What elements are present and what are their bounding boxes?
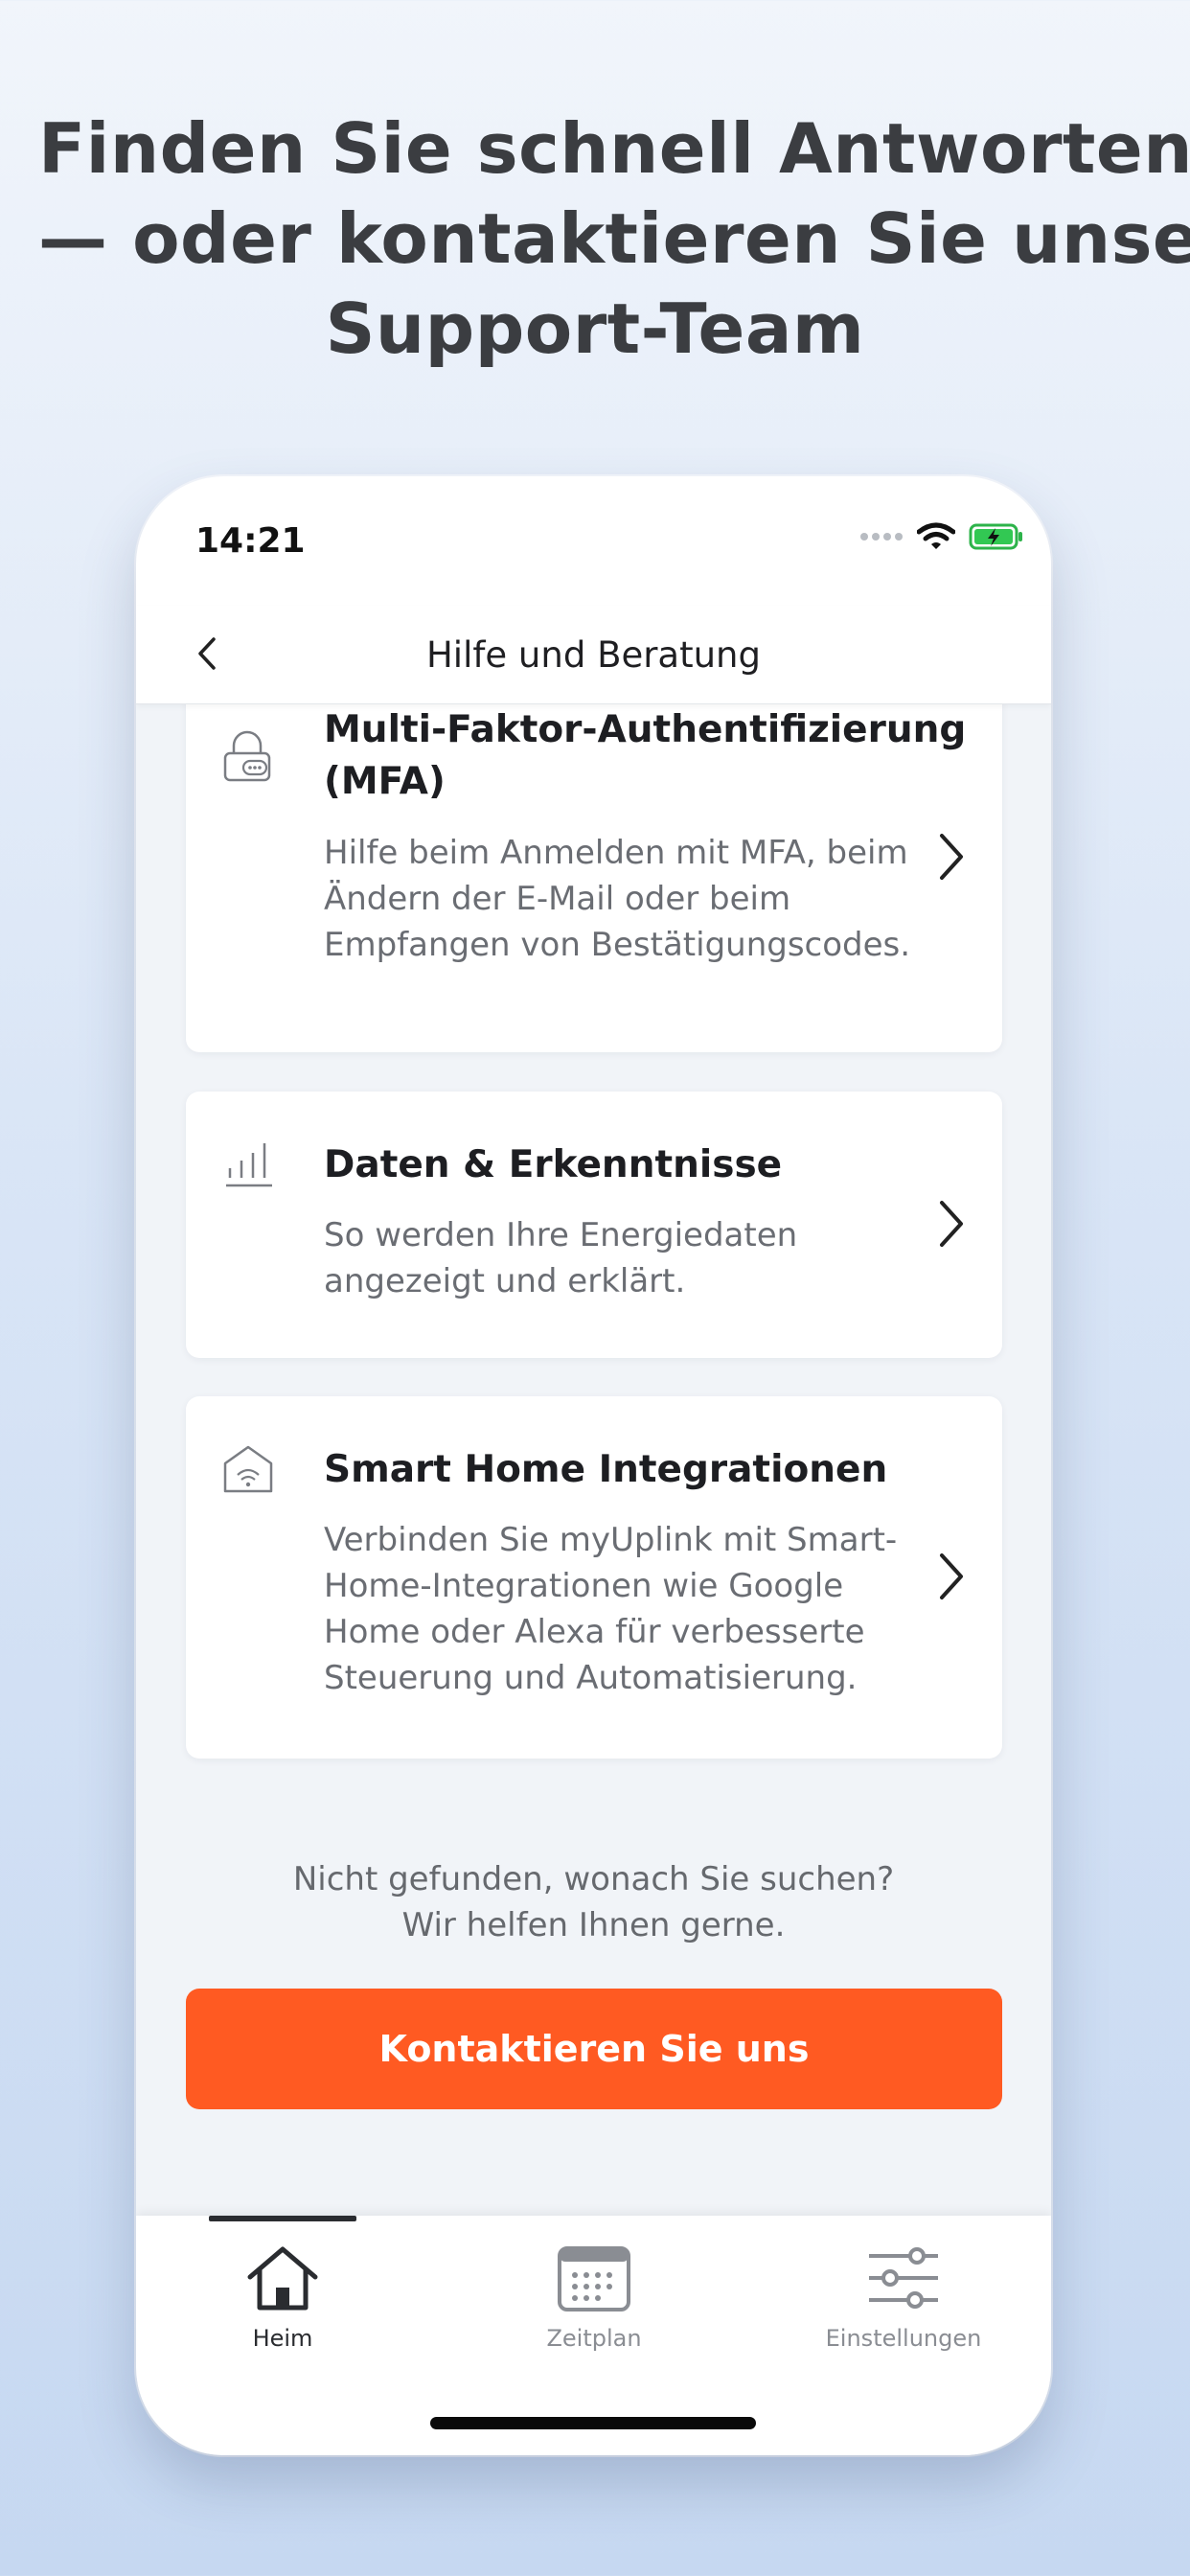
card-title: Smart Home Integrationen	[324, 1448, 888, 1491]
tab-label: Einstellungen	[825, 2325, 982, 2352]
sliders-icon	[869, 2247, 938, 2309]
home-indicator	[430, 2417, 756, 2429]
contact-us-button[interactable]: Kontaktieren Sie uns	[186, 1989, 1002, 2109]
card-description-line: So werden Ihre Energiedaten	[324, 1216, 798, 1254]
card-description-line: Home oder Alexa für verbesserte	[324, 1613, 865, 1651]
tab-active-indicator	[209, 2216, 356, 2221]
help-card-mfa[interactable]: Multi-Faktor-Authentifizierung (MFA) Hil…	[186, 663, 1002, 1052]
card-description: Hilfe beim Anmelden mit MFA, beim Ändern…	[324, 830, 927, 968]
headline-line: Finden Sie schnell Antworten	[38, 108, 1190, 189]
status-bar: 14:21	[136, 476, 1051, 606]
card-title: Daten & Erkenntnisse	[324, 1143, 783, 1186]
bar-chart-icon	[226, 1143, 272, 1187]
lock-icon	[223, 730, 271, 782]
battery-charging-icon	[969, 523, 1022, 550]
page-title: Hilfe und Beratung	[425, 634, 761, 676]
chevron-right-icon	[940, 834, 963, 880]
card-title-line: Multi-Faktor-Authentifizierung	[324, 708, 967, 751]
smart-home-icon	[223, 1445, 273, 1493]
card-description-line: Ändern der E-Mail oder beim	[324, 880, 791, 918]
card-description-line: Verbinden Sie myUplink mit Smart-	[324, 1521, 898, 1559]
help-text: Nicht gefunden, wonach Sie suchen? Wir h…	[136, 1856, 1051, 1948]
card-description-line: Home-Integrationen wie Google	[324, 1567, 844, 1605]
card-title-line: (MFA)	[324, 760, 446, 803]
signal-dots-icon	[860, 533, 903, 540]
phone-frame: 14:21 Hilfe und Beratung Multi-Faktor-Au…	[136, 476, 1051, 2455]
card-description-line: Hilfe beim Anmelden mit MFA, beim	[324, 834, 908, 872]
calendar-icon	[558, 2246, 630, 2312]
card-title: Multi-Faktor-Authentifizierung (MFA)	[324, 704, 967, 808]
card-description-line: angezeigt und erklärt.	[324, 1262, 686, 1300]
tab-label: Heim	[252, 2325, 313, 2352]
help-text-line: Nicht gefunden, wonach Sie suchen?	[292, 1860, 895, 1898]
wifi-icon	[917, 522, 955, 549]
card-description-line: Steuerung und Automatisierung.	[324, 1659, 858, 1697]
headline-line: — oder kontaktieren Sie unser	[38, 198, 1190, 279]
status-icons	[859, 522, 1024, 551]
card-description: Verbinden Sie myUplink mit Smart- Home-I…	[324, 1517, 927, 1701]
chevron-right-icon	[940, 1201, 963, 1247]
help-card-smart-home[interactable]: Smart Home Integrationen Verbinden Sie m…	[186, 1396, 1002, 1759]
tab-home[interactable]: Heim	[177, 2244, 388, 2352]
card-description: So werden Ihre Energiedaten angezeigt un…	[324, 1212, 927, 1304]
home-icon	[247, 2246, 318, 2311]
help-card-data-insights[interactable]: Daten & Erkenntnisse So werden Ihre Ener…	[186, 1092, 1002, 1358]
tab-settings[interactable]: Einstellungen	[798, 2244, 1009, 2352]
headline: Finden Sie schnell Antworten — oder kont…	[38, 104, 1190, 374]
card-description-line: Empfangen von Bestätigungscodes.	[324, 926, 911, 964]
tab-label: Zeitplan	[546, 2325, 642, 2352]
help-text-line: Wir helfen Ihnen gerne.	[401, 1906, 786, 1944]
chevron-right-icon	[940, 1553, 963, 1599]
tab-bar: Heim Zeitplan Einstellungen	[136, 2216, 1051, 2455]
status-time: 14:21	[195, 521, 306, 561]
headline-line: Support-Team	[325, 288, 865, 369]
navigation-bar: Hilfe und Beratung	[136, 606, 1051, 704]
tab-schedule[interactable]: Zeitplan	[489, 2244, 699, 2352]
